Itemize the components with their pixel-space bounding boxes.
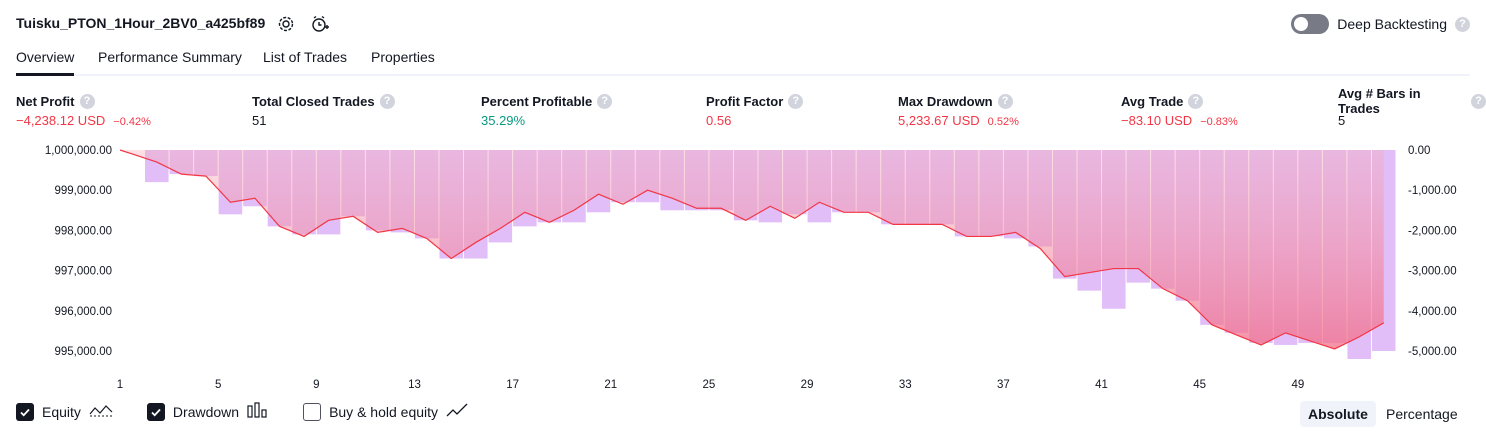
legend-label: Buy & hold equity	[329, 403, 439, 420]
metric-net-profit: Net Profit? −4,238.12 USD −0.42%	[16, 92, 151, 128]
settings-gear-icon[interactable]	[276, 14, 296, 34]
chart-legend: Equity Drawdown Buy & hold equity	[16, 402, 504, 421]
tab-list-of-trades[interactable]: List of Trades	[263, 49, 347, 73]
metric-percent: −0.42%	[113, 116, 151, 128]
legend-label: Equity	[42, 403, 81, 420]
left-axis-tick: 998,000.00	[54, 225, 112, 237]
x-axis-tick: 13	[408, 379, 421, 390]
metric-value: 35.29%	[481, 113, 526, 128]
metric-label: Profit Factor	[706, 93, 784, 109]
metric-profit-factor: Profit Factor? 0.56	[706, 92, 804, 128]
metric-value: −83.10 USD	[1121, 113, 1193, 128]
equity-drawdown-chart: 1,000,000.00 999,000.00 998,000.00 997,000.…	[0, 140, 1486, 391]
help-icon[interactable]: ?	[79, 93, 95, 109]
metric-value: 0.56	[706, 113, 732, 128]
help-icon[interactable]: ?	[379, 93, 395, 109]
legend-drawdown[interactable]: Drawdown	[146, 402, 269, 421]
strategy-title: Tuisku_PTON_1Hour_2BV0_a425bf89	[16, 15, 266, 31]
metric-percent-profitable: Percent Profitable? 35.29%	[481, 92, 613, 128]
help-icon[interactable]: ?	[997, 93, 1013, 109]
metric-label: Avg Trade	[1121, 93, 1184, 109]
legend-label: Drawdown	[172, 403, 240, 420]
x-axis-tick: 1	[117, 379, 123, 390]
metric-avg-trade: Avg Trade? −83.10 USD −0.83%	[1121, 92, 1238, 128]
tab-overview[interactable]: Overview	[16, 49, 75, 76]
left-axis-tick: 997,000.00	[54, 266, 112, 278]
drawdown-checkbox[interactable]	[146, 402, 165, 421]
alert-clock-icon[interactable]	[310, 14, 330, 34]
equity-fill	[120, 150, 1384, 349]
chart-svg: 1,000,000.00 999,000.00 998,000.00 997,000.…	[45, 145, 1457, 391]
right-axis: 0.00 -1,000.00 -2,000.00 -3,000.00 -4,000.00…	[1408, 145, 1457, 358]
metric-value: 5,233.67 USD	[898, 113, 980, 128]
left-axis-tick: 1,000,000.00	[45, 145, 112, 157]
right-axis-tick: -2,000.00	[1408, 225, 1457, 237]
equity-area-icon	[89, 402, 113, 421]
legend-equity[interactable]: Equity	[16, 402, 113, 421]
bar-chart-icon	[247, 402, 269, 421]
percentage-mode-button[interactable]: Percentage	[1378, 401, 1466, 427]
metrics-row: Net Profit? −4,238.12 USD −0.42% Total Cl…	[0, 86, 1486, 132]
equity-checkbox[interactable]	[16, 402, 34, 421]
metric-label: Avg # Bars in Trades	[1338, 86, 1421, 116]
legend-buy-hold[interactable]: Buy & hold equity	[303, 402, 470, 421]
help-icon[interactable]: ?	[1188, 93, 1204, 109]
right-axis-tick: -3,000.00	[1408, 266, 1457, 278]
metric-value: 51	[252, 113, 267, 128]
x-axis-tick: 29	[801, 379, 814, 390]
right-axis-tick: -1,000.00	[1408, 185, 1457, 197]
line-chart-icon	[446, 402, 470, 421]
help-icon[interactable]: ?	[788, 93, 804, 109]
x-axis-tick: 25	[703, 379, 716, 390]
equity-area	[120, 150, 1384, 349]
metric-max-drawdown: Max Drawdown? 5,233.67 USD 0.52%	[898, 92, 1019, 128]
help-icon[interactable]: ?	[1455, 16, 1470, 32]
metric-label: Percent Profitable	[481, 93, 593, 109]
left-axis: 1,000,000.00 999,000.00 998,000.00 997,000.…	[45, 145, 112, 358]
x-axis-tick: 49	[1291, 379, 1304, 390]
deep-backtesting-toggle[interactable]	[1291, 14, 1330, 34]
left-axis-tick: 995,000.00	[54, 346, 112, 358]
metric-label: Net Profit	[16, 93, 75, 109]
tab-properties[interactable]: Properties	[371, 49, 435, 73]
metric-avg-bars-in-trades: Avg # Bars in Trades? 5	[1338, 86, 1486, 128]
x-axis-tick: 41	[1095, 379, 1108, 390]
x-axis-tick: 17	[506, 379, 519, 390]
right-axis-tick: 0.00	[1408, 145, 1430, 157]
metric-percent: 0.52%	[987, 116, 1019, 128]
help-icon[interactable]: ?	[597, 93, 613, 109]
left-axis-tick: 996,000.00	[54, 306, 112, 318]
x-axis-tick: 5	[215, 379, 221, 390]
buy-hold-checkbox[interactable]	[303, 402, 322, 421]
deep-backtesting-label: Deep Backtesting	[1337, 16, 1447, 32]
x-axis-tick: 37	[997, 379, 1010, 390]
left-axis-tick: 999,000.00	[54, 185, 112, 197]
x-axis-tick: 33	[899, 379, 912, 390]
x-axis-tick: 9	[313, 379, 319, 390]
x-axis-tick: 21	[604, 379, 617, 390]
right-axis-tick: -4,000.00	[1408, 306, 1457, 318]
deep-backtesting-control: Deep Backtesting ?	[1291, 14, 1470, 34]
tab-performance-summary[interactable]: Performance Summary	[98, 49, 242, 73]
metric-label: Total Closed Trades	[252, 93, 375, 109]
right-axis-tick: -5,000.00	[1408, 346, 1457, 358]
toggle-knob	[1294, 17, 1309, 31]
help-icon[interactable]: ?	[1471, 93, 1486, 109]
metric-total-closed-trades: Total Closed Trades? 51	[252, 92, 395, 128]
metric-value: −4,238.12 USD	[16, 113, 106, 128]
metric-percent: −0.83%	[1200, 116, 1238, 128]
x-axis: 1 5 9 13 17 21 25 29 33 37 41 45 49	[117, 379, 1304, 391]
absolute-mode-button[interactable]: Absolute	[1300, 401, 1376, 427]
metric-label: Max Drawdown	[898, 93, 993, 109]
report-tabs: Overview Performance Summary List of Tra…	[16, 46, 1470, 76]
x-axis-tick: 45	[1193, 379, 1206, 390]
metric-value: 5	[1338, 113, 1346, 128]
report-header: Tuisku_PTON_1Hour_2BV0_a425bf89 Deep Bac…	[0, 0, 1486, 46]
